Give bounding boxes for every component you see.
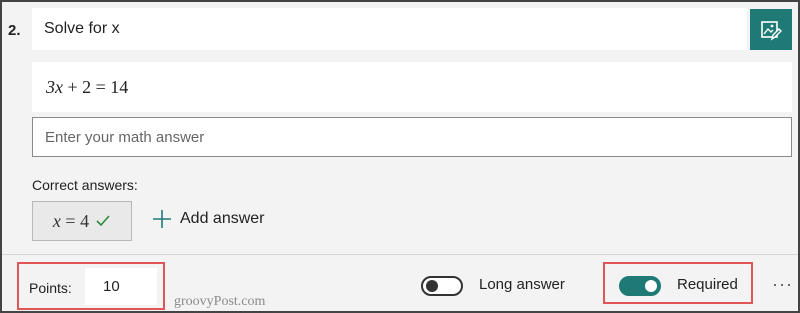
correct-answer-chip[interactable]: x = 4 bbox=[32, 201, 132, 241]
question-number: 2. bbox=[8, 22, 21, 39]
required-label: Required bbox=[677, 276, 738, 293]
toggle-knob bbox=[426, 280, 438, 292]
watermark: groovyPost.com bbox=[174, 294, 266, 309]
insert-media-button[interactable] bbox=[750, 9, 792, 50]
question-card: 2. Solve for x 3x + 2 = 14 Correct answe… bbox=[0, 0, 800, 313]
question-title-field[interactable]: Solve for x bbox=[32, 8, 747, 50]
long-answer-toggle[interactable] bbox=[421, 276, 463, 296]
more-options-icon[interactable]: ··· bbox=[772, 274, 793, 295]
equation-display: 3x + 2 = 14 bbox=[32, 62, 792, 112]
points-input[interactable] bbox=[85, 268, 157, 305]
math-answer-input[interactable] bbox=[32, 117, 792, 157]
correct-answers-label: Correct answers: bbox=[32, 177, 138, 193]
required-toggle[interactable] bbox=[619, 276, 661, 296]
add-answer-button[interactable]: Add answer bbox=[152, 209, 265, 229]
long-answer-label: Long answer bbox=[479, 276, 565, 293]
check-icon bbox=[96, 215, 110, 227]
equation-variable-term: 3x bbox=[46, 76, 63, 97]
equation-rest: + 2 = 14 bbox=[63, 76, 129, 97]
points-label: Points: bbox=[29, 280, 72, 296]
answer-expression: x = 4 bbox=[52, 210, 90, 231]
toggle-knob bbox=[645, 280, 657, 292]
add-answer-label: Add answer bbox=[180, 210, 265, 227]
question-title: Solve for x bbox=[44, 20, 120, 37]
plus-icon bbox=[153, 210, 171, 228]
image-edit-icon bbox=[761, 20, 782, 41]
